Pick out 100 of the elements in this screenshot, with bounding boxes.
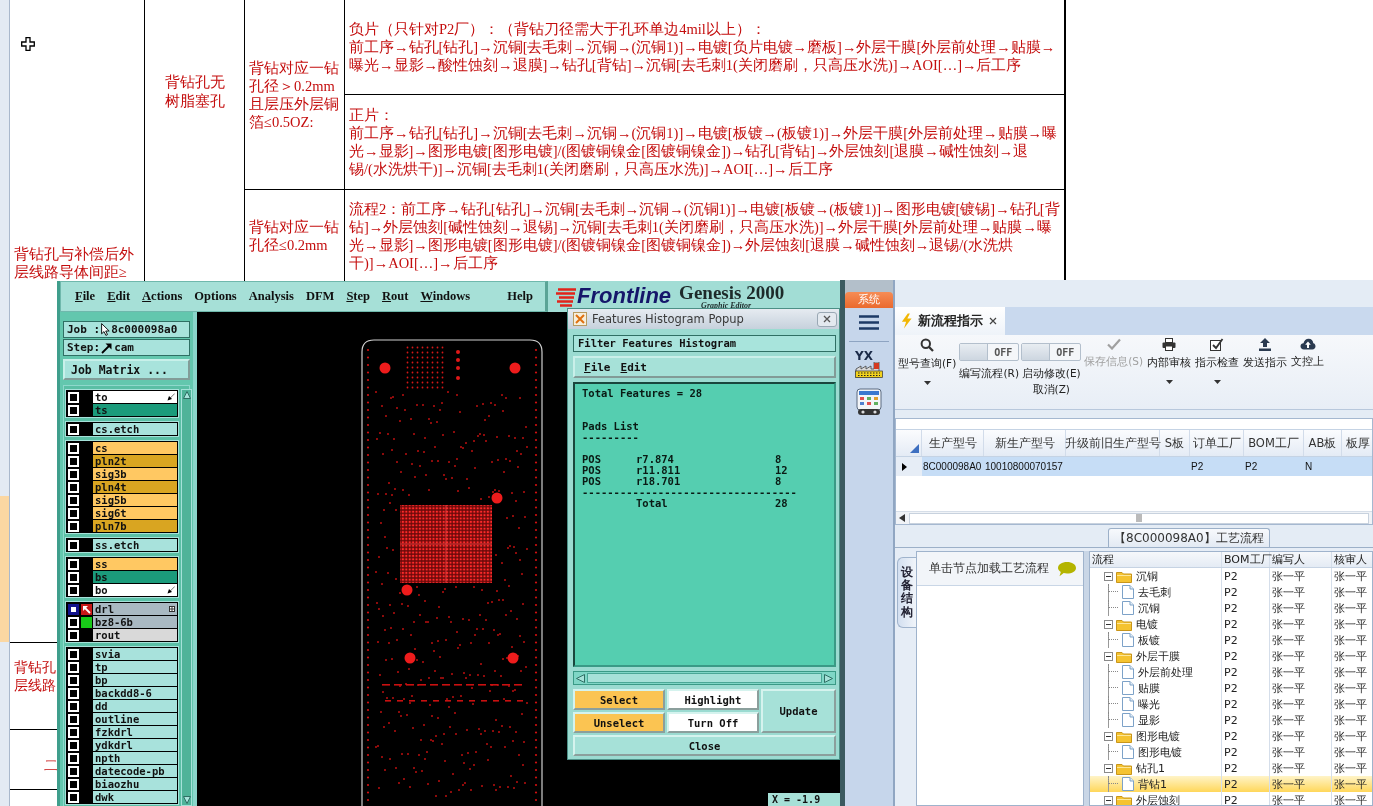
tree-row[interactable]: 图形电镀 P2 张一平 张一平 xyxy=(1090,728,1372,744)
column-header[interactable]: BOM工厂 xyxy=(1244,430,1304,456)
tree-row[interactable]: 板镀 P2 张一平 张一平 xyxy=(1090,632,1372,648)
column-header[interactable]: 新生产型号 xyxy=(984,430,1066,456)
layer-name[interactable]: sig3b xyxy=(93,468,177,480)
menu-item[interactable]: Edit xyxy=(615,360,652,374)
tree-row[interactable]: 电镀 P2 张一平 张一平 xyxy=(1090,616,1372,632)
node-name: 外层干膜 xyxy=(1136,648,1180,664)
toolbar-button[interactable]: 型号查询(F) xyxy=(897,338,958,385)
table-cell: P2 xyxy=(1222,744,1270,760)
layer-name[interactable]: cs xyxy=(93,442,177,454)
step-label: Step: xyxy=(67,341,101,354)
layer-name[interactable]: ts xyxy=(93,404,177,416)
horizontal-scrollbar[interactable] xyxy=(573,671,836,685)
layer-name[interactable]: svia xyxy=(93,648,177,660)
toolbar-button[interactable]: 文控上 xyxy=(1290,338,1326,369)
toolbar-button[interactable]: 指示检查 xyxy=(1194,338,1241,384)
tree-row[interactable]: 图形电镀 P2 张一平 张一平 xyxy=(1090,744,1372,760)
display-button[interactable]: Turn Off xyxy=(667,712,759,733)
layer-name[interactable]: bz8-6b xyxy=(93,616,177,628)
layer-name[interactable]: ss xyxy=(93,558,177,570)
side-tab[interactable]: 设备结构 xyxy=(897,557,916,628)
menu-item[interactable]: Windows xyxy=(414,288,477,305)
layer-name[interactable]: ss.etch xyxy=(93,539,177,551)
toggle-switch[interactable]: OFF xyxy=(959,343,1020,361)
menu-item[interactable]: File xyxy=(69,288,102,305)
layer-name[interactable]: drl xyxy=(93,603,177,615)
layer-name[interactable]: sig6t xyxy=(93,507,177,519)
layer-name[interactable]: biaozhu xyxy=(93,778,177,790)
display-button[interactable]: Highlight xyxy=(667,689,759,710)
menu-item[interactable]: DFM xyxy=(299,288,341,305)
table-cell-text: 张一平 xyxy=(1333,648,1368,664)
close-button[interactable] xyxy=(817,311,837,327)
layer-name[interactable]: pln4t xyxy=(93,481,177,493)
column-header[interactable]: 编写人 xyxy=(1270,552,1332,567)
layer-name[interactable]: fzkdrl xyxy=(93,726,177,738)
column-header[interactable]: 订单工厂 xyxy=(1190,430,1244,456)
toggle-switch[interactable]: OFF xyxy=(1021,343,1082,361)
layer-name[interactable]: pln2t xyxy=(93,455,177,467)
column-header[interactable]: S板 xyxy=(1160,430,1190,456)
column-header[interactable]: 生产型号 xyxy=(922,430,984,456)
tree-row[interactable]: 去毛刺 P2 张一平 张一平 xyxy=(1090,584,1372,600)
vertical-scrollbar[interactable] xyxy=(181,389,192,806)
document-tab[interactable]: 新流程指示 xyxy=(895,307,1005,335)
column-header[interactable]: 核审人 xyxy=(1332,552,1372,567)
layer-name[interactable]: backdd8-6 xyxy=(93,687,177,699)
menu-item[interactable]: Step xyxy=(340,288,376,305)
lightning-icon xyxy=(901,312,912,330)
layer-checkbox[interactable] xyxy=(68,603,79,615)
tree-row[interactable]: 显影 P2 张一平 张一平 xyxy=(1090,712,1372,728)
toolbar-label-button[interactable]: 启动修改(E) xyxy=(1021,367,1081,381)
layer-name[interactable]: ydkdrl xyxy=(93,739,177,751)
selection-button[interactable]: Select xyxy=(573,689,665,710)
cancel-button[interactable]: 取消(Z) xyxy=(1032,383,1070,397)
menu-item[interactable]: Help xyxy=(501,288,539,305)
layer-name[interactable]: cs.etch xyxy=(93,423,177,435)
column-header[interactable]: AB板 xyxy=(1304,430,1342,456)
close-window-button[interactable]: Close xyxy=(573,735,836,756)
layer-name[interactable]: bo xyxy=(93,584,177,596)
selection-button[interactable]: Unselect xyxy=(573,712,665,733)
layer-name[interactable]: bs xyxy=(93,571,177,583)
layer-name[interactable]: bp xyxy=(93,674,177,686)
menu-item[interactable]: Analysis xyxy=(242,288,300,305)
column-header[interactable]: 升级前旧生产型号 xyxy=(1066,430,1160,456)
toolbar-button[interactable]: 发送指示 xyxy=(1242,338,1289,370)
layer-name[interactable]: npth xyxy=(93,752,177,764)
menu-item[interactable]: Edit xyxy=(101,288,137,305)
tree-row[interactable]: 贴膜 P2 张一平 张一平 xyxy=(1090,680,1372,696)
tree-row[interactable]: 外层蚀刻 P2 张一平 张一平 xyxy=(1090,792,1372,805)
menu-button[interactable] xyxy=(858,315,880,330)
column-header[interactable]: 流程 xyxy=(1090,552,1222,567)
panel-title-tab[interactable]: 【8C000098A0】工艺流程 xyxy=(1108,528,1270,547)
tree-row[interactable]: 外层前处理 P2 张一平 张一平 xyxy=(1090,664,1372,680)
menu-item[interactable]: Rout xyxy=(376,288,415,305)
layer-name[interactable]: rout xyxy=(93,629,177,641)
menu-item[interactable]: Options xyxy=(188,288,243,305)
menu-item[interactable]: File xyxy=(579,360,616,374)
menu-item[interactable]: Actions xyxy=(136,288,189,305)
layer-name[interactable]: sig5b xyxy=(93,494,177,506)
calculator-button[interactable] xyxy=(856,388,882,416)
grid-row[interactable]: 8C000098A0 10010800070157 P2 P2 N xyxy=(896,457,1372,476)
job-matrix-button[interactable]: Job Matrix ... xyxy=(63,359,190,380)
layer-name[interactable]: dd xyxy=(93,700,177,712)
layer-name[interactable]: tp xyxy=(93,661,177,673)
tree-row[interactable]: 外层干膜 P2 张一平 张一平 xyxy=(1090,648,1372,664)
toolbar-label-button[interactable]: 编写流程(R) xyxy=(959,367,1019,381)
layer-name[interactable]: pln7b xyxy=(93,520,177,532)
tree-row[interactable]: 曝光 P2 张一平 张一平 xyxy=(1090,696,1372,712)
update-button[interactable]: Update xyxy=(761,689,836,733)
toolbar-button[interactable]: 内部审核 xyxy=(1146,338,1193,384)
tree-row[interactable]: 沉铜 P2 张一平 张一平 xyxy=(1090,600,1372,616)
column-header[interactable]: 板厚 xyxy=(1342,430,1373,456)
tree-row[interactable]: 背钻1 P2 张一平 张一平 xyxy=(1090,776,1372,792)
factory-button[interactable]: YX xyxy=(855,350,883,378)
close-tab-button[interactable] xyxy=(989,317,997,325)
layer-name[interactable]: to xyxy=(93,391,177,403)
layer-name[interactable]: datecode-pb xyxy=(93,765,177,777)
layer-name[interactable]: dwk xyxy=(93,791,177,803)
tree-row[interactable]: 沉铜 P2 张一平 张一平 xyxy=(1090,568,1372,584)
layer-name[interactable]: outline xyxy=(93,713,177,725)
